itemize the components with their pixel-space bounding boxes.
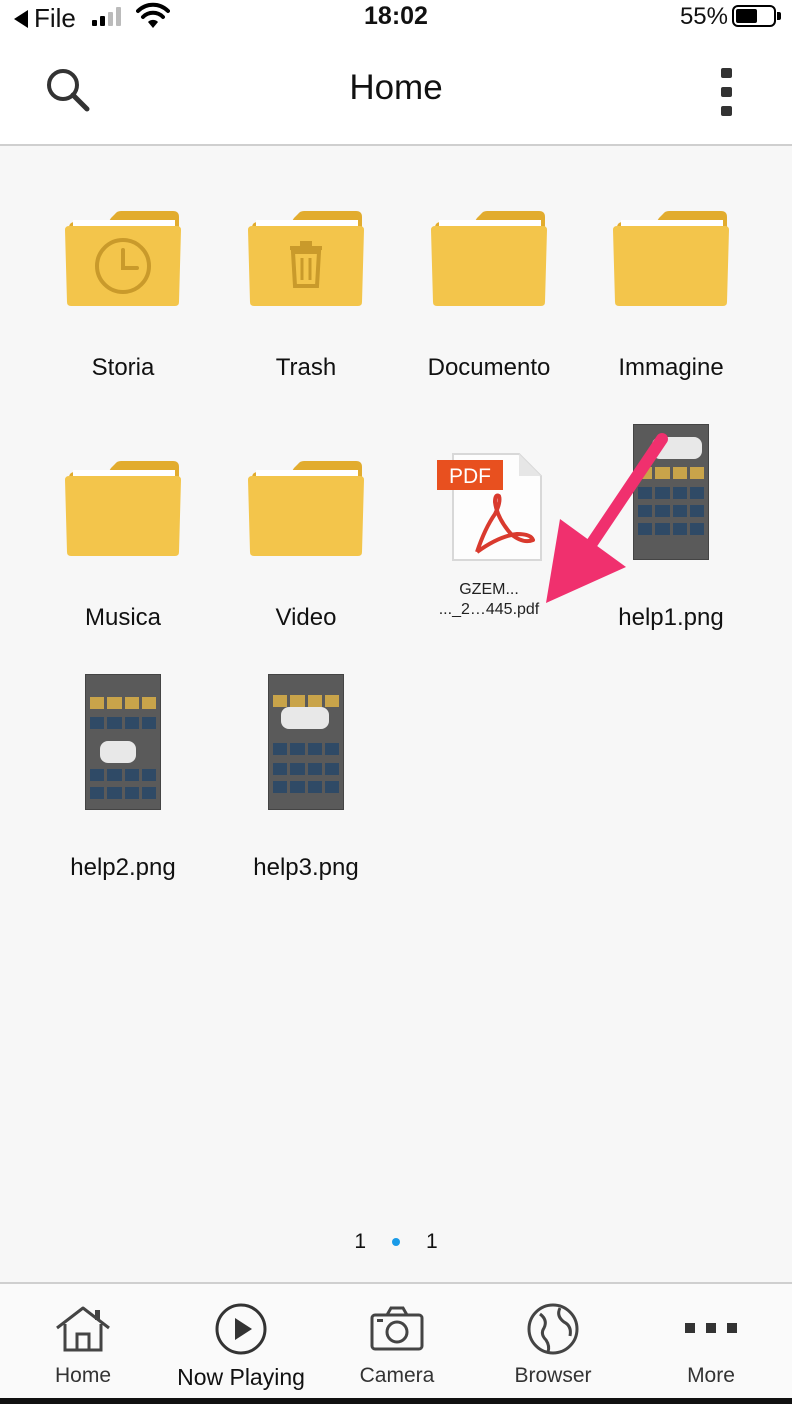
pdf-file[interactable]: PDF GZEM... ..._2…445.pdf	[398, 436, 580, 620]
page-total: 1	[426, 1230, 438, 1253]
item-label: Immagine	[618, 354, 724, 381]
item-label: help1.png	[618, 604, 724, 631]
home-indicator-strip	[0, 1398, 792, 1404]
folder-icon	[613, 211, 729, 306]
image-thumbnail	[633, 424, 709, 560]
file-grid: Storia Trash Documento Immagine Musica V…	[0, 146, 792, 1282]
tab-label: More	[687, 1364, 735, 1387]
tab-browser[interactable]: Browser	[474, 1298, 632, 1388]
image-thumbnail	[268, 674, 344, 810]
more-dots-icon	[685, 1323, 737, 1333]
item-label: Video	[275, 604, 337, 631]
image-file-help3[interactable]: help3.png	[215, 674, 397, 882]
folder-documento[interactable]: Documento	[398, 186, 580, 382]
folder-icon	[248, 461, 364, 556]
folder-clock-icon	[65, 211, 181, 306]
pdf-file-icon: PDF	[437, 453, 542, 561]
folder-trash-icon	[248, 211, 364, 306]
globe-icon	[527, 1303, 579, 1355]
image-file-help2[interactable]: help2.png	[32, 674, 214, 882]
pdf-name-line2: ..._2…445.pdf	[438, 601, 540, 618]
page-current: 1	[354, 1230, 366, 1253]
item-label: help3.png	[253, 854, 359, 881]
folder-trash[interactable]: Trash	[215, 186, 397, 382]
tab-camera[interactable]: Camera	[318, 1298, 476, 1388]
tab-now-playing[interactable]: Now Playing	[162, 1298, 320, 1391]
play-icon	[215, 1303, 267, 1355]
folder-icon	[65, 461, 181, 556]
tab-bar: Home Now Playing Camera Browser More	[0, 1282, 792, 1404]
image-file-help1[interactable]: help1.png	[580, 424, 762, 632]
tab-label: Now Playing	[177, 1364, 305, 1390]
item-label: Storia	[91, 354, 155, 381]
item-label: Trash	[275, 354, 337, 381]
nav-header: Home	[0, 36, 792, 146]
tab-label: Camera	[359, 1364, 435, 1387]
more-options-icon[interactable]	[712, 68, 740, 116]
tab-more[interactable]: More	[632, 1298, 790, 1388]
tab-label: Home	[54, 1364, 112, 1387]
pdf-badge-text: PDF	[449, 465, 491, 488]
battery-icon	[732, 5, 781, 27]
tab-home[interactable]: Home	[4, 1298, 162, 1388]
page-dot	[392, 1238, 400, 1246]
home-icon	[56, 1306, 110, 1352]
clock: 18:02	[364, 2, 428, 30]
item-label: GZEM... ..._2…445.pdf	[398, 580, 580, 620]
tab-label: Browser	[514, 1364, 592, 1387]
battery-percent: 55%	[679, 3, 728, 30]
page-indicator: 1 1	[0, 1230, 792, 1254]
page-title: Home	[349, 68, 443, 107]
folder-storia[interactable]: Storia	[32, 186, 214, 382]
item-label: help2.png	[70, 854, 176, 881]
camera-icon	[370, 1306, 424, 1351]
pdf-name-line1: GZEM...	[459, 581, 519, 598]
status-bar: File 18:02 55%	[0, 0, 792, 36]
folder-immagine[interactable]: Immagine	[580, 186, 762, 382]
item-label: Musica	[84, 604, 162, 631]
folder-icon	[431, 211, 547, 306]
folder-musica[interactable]: Musica	[32, 436, 214, 632]
folder-video[interactable]: Video	[215, 436, 397, 632]
image-thumbnail	[85, 674, 161, 810]
item-label: Documento	[427, 354, 551, 381]
